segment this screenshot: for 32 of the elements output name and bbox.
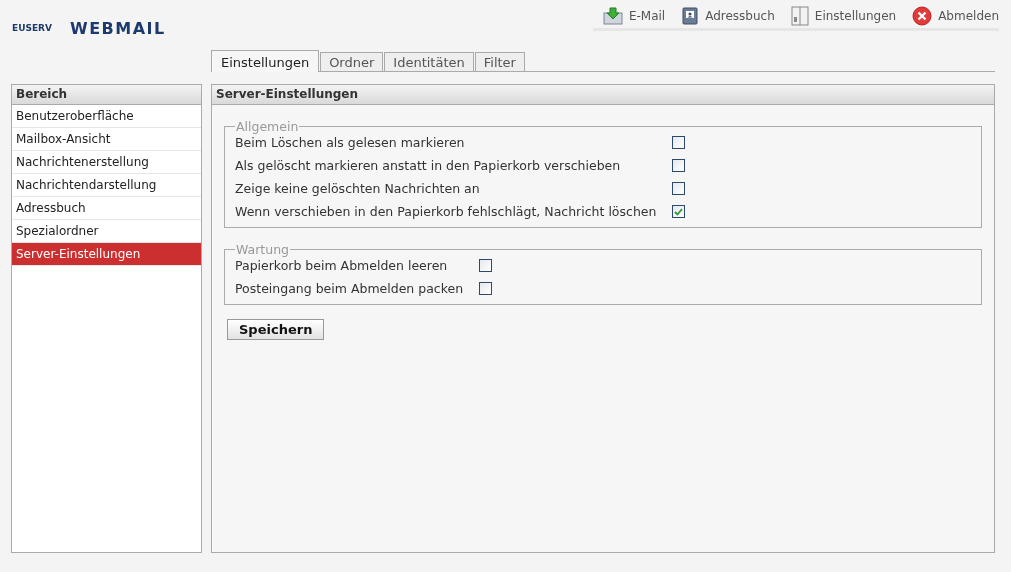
tab[interactable]: Identitäten [384,52,474,71]
tab[interactable]: Ordner [320,52,384,71]
checkbox[interactable] [479,259,493,272]
option-label: Posteingang beim Abmelden packen [235,282,464,296]
close-icon [912,6,933,26]
option-label: Zeige keine gelöschten Nachrichten an [235,182,481,196]
option-label: Beim Löschen als gelesen markieren [235,136,466,150]
option-label: Papierkorb beim Abmelden leeren [235,259,449,273]
panel-header: Server-Einstellungen [212,85,994,105]
nav-link[interactable]: Einstellungen [790,6,897,26]
panel-icon [790,6,809,26]
tab[interactable]: Einstellungen [211,50,320,72]
checkbox[interactable] [672,159,686,172]
save-button[interactable]: Speichern [227,319,325,340]
checkbox[interactable] [672,136,686,149]
nav-link[interactable]: Adressbuch [681,7,775,25]
nav-link[interactable]: E-Mail [602,7,666,25]
checkbox[interactable] [672,205,686,218]
sidebar-item[interactable]: Server-Einstellungen [12,243,201,266]
logo-mark: EUSERV [11,22,53,35]
option-label: Wenn verschieben in den Papierkorb fehlschlägt, Nachricht löschen [235,205,657,219]
address-book-icon [681,7,700,25]
option-label: Als gelöscht markieren anstatt in den Papierkorb verschieben [235,159,622,173]
group-legend: Allgemein [235,119,300,134]
group-legend: Wartung [235,242,291,257]
checkbox[interactable] [479,282,493,295]
tab[interactable]: Filter [474,52,525,71]
inbox-download-icon [602,7,623,25]
sidebar-header: Bereich [12,85,201,105]
nav-link[interactable]: Abmelden [912,6,999,26]
checkbox[interactable] [672,182,686,195]
app-title: WEBMAIL [70,18,166,38]
